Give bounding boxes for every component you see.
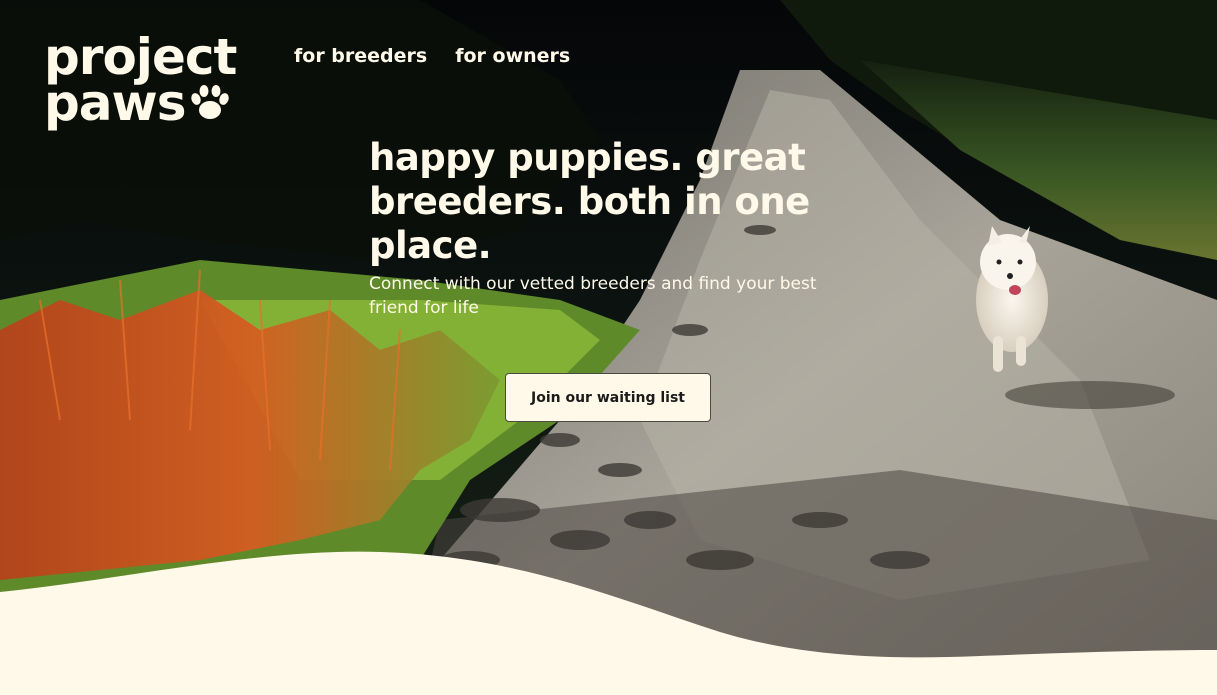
hero-section: project paws for breeders for owners hap… bbox=[0, 0, 1217, 695]
logo-text-line2: paws bbox=[44, 74, 186, 132]
main-nav: for breeders for owners bbox=[294, 45, 570, 67]
join-waiting-list-button[interactable]: Join our waiting list bbox=[505, 373, 711, 422]
paw-print-icon bbox=[191, 84, 230, 119]
logo[interactable]: project paws bbox=[44, 32, 237, 128]
nav-link-for-breeders[interactable]: for breeders bbox=[294, 45, 427, 67]
nav-link-for-owners[interactable]: for owners bbox=[455, 45, 570, 67]
logo-text-line2-wrapper: paws bbox=[44, 78, 236, 128]
hero-subtitle: Connect with our vetted breeders and fin… bbox=[369, 274, 817, 318]
hero-headline: happy puppies. great breeders. both in o… bbox=[369, 136, 810, 267]
